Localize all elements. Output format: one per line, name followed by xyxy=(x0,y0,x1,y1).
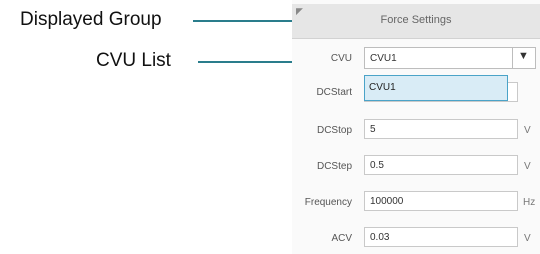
cvu-select-value: CVU1 xyxy=(370,53,397,64)
panel-header[interactable]: ◤ Force Settings xyxy=(292,4,540,39)
chevron-down-icon: ▼ xyxy=(518,50,529,62)
dcstop-unit: V xyxy=(524,125,531,136)
dcstop-label: DCStop xyxy=(316,125,352,136)
cvu-label: CVU xyxy=(330,53,352,64)
displayed-group-callout: Displayed Group xyxy=(20,9,162,30)
frequency-unit: Hz xyxy=(523,197,536,208)
acv-unit: V xyxy=(524,233,531,244)
acv-label: ACV xyxy=(331,233,352,244)
dcstart-label: DCStart xyxy=(316,87,352,98)
cvu-select[interactable]: CVU1 ▼ xyxy=(364,47,536,69)
cvu-option[interactable]: CVU1 xyxy=(369,82,396,93)
panel-title: Force Settings xyxy=(380,14,452,26)
cvu-dropdown-list: CVU1 xyxy=(364,75,508,101)
dcstep-unit: V xyxy=(524,161,531,172)
dcstop-field[interactable]: 5 xyxy=(364,119,518,139)
dropdown-button[interactable]: ▼ xyxy=(512,48,535,68)
dcstep-field[interactable]: 0.5 xyxy=(364,155,518,175)
acv-field[interactable]: 0.03 xyxy=(364,227,518,247)
displayed-group-leader-line xyxy=(193,20,297,22)
dcstep-label: DCStep xyxy=(316,161,352,172)
force-settings-panel: ◤ Force Settings CVU CVU1 ▼ DCStart CVU1… xyxy=(292,0,540,254)
frequency-field[interactable]: 100000 xyxy=(364,191,518,211)
frequency-label: Frequency xyxy=(304,197,352,208)
cvu-list-callout: CVU List xyxy=(96,50,171,71)
